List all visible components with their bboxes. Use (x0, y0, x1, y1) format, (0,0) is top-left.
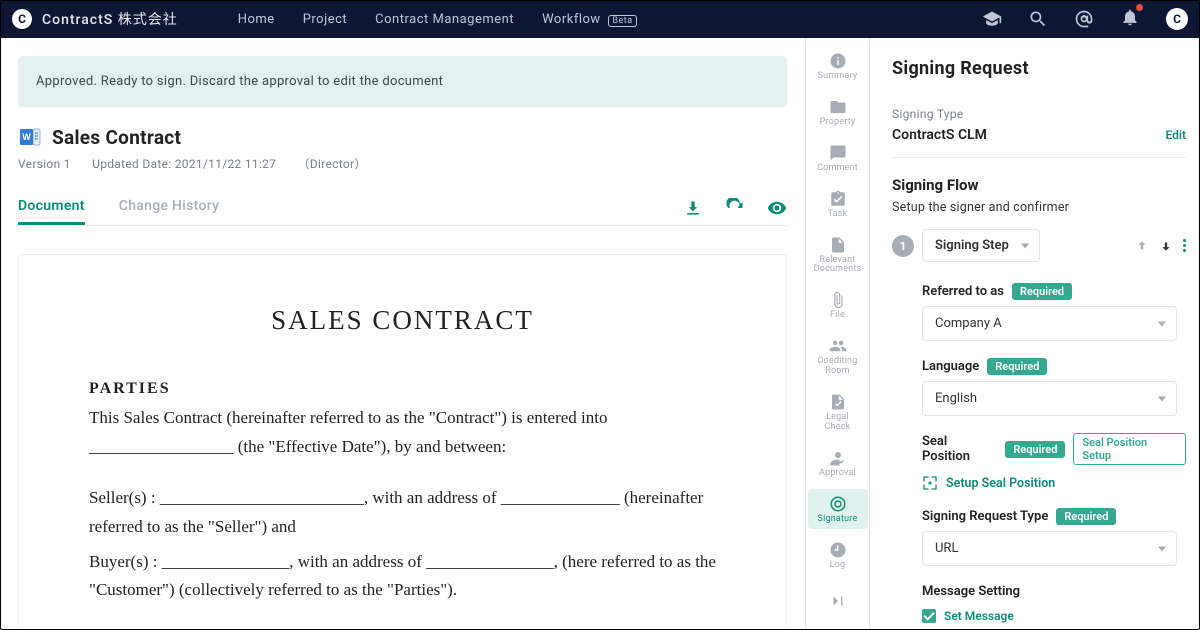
notification-dot (1136, 4, 1143, 11)
rail-summary[interactable]: Summary (808, 46, 868, 86)
contract-title: SALES CONTRACT (89, 305, 716, 336)
document-icon (829, 236, 847, 254)
rail-log[interactable]: Log (808, 535, 868, 575)
people-icon (829, 337, 847, 355)
step-select[interactable]: Signing Step (922, 229, 1040, 262)
signing-panel: Signing Request Signing Type ContractS C… (870, 38, 1200, 630)
document-title: Sales Contract (52, 126, 181, 149)
download-icon[interactable] (683, 198, 703, 218)
clock-icon (829, 541, 847, 559)
rail-task[interactable]: Task (808, 184, 868, 224)
crosshair-icon (922, 475, 938, 491)
document-header: W Sales Contract (18, 125, 787, 149)
signing-flow-subtitle: Setup the signer and confirmer (892, 200, 1186, 215)
chevron-down-icon (1158, 396, 1166, 401)
signing-step-row: 1 Signing Step (892, 229, 1186, 262)
chevron-down-icon (1021, 243, 1029, 248)
rail-relevant-documents[interactable]: Relevant Documents (808, 230, 868, 280)
word-file-icon: W (18, 125, 42, 149)
referred-to-as-select[interactable]: Company A (922, 306, 1177, 341)
required-badge: Required (1056, 508, 1116, 525)
comment-icon (829, 144, 847, 162)
document-updated: Updated Date: 2021/11/22 11:27 (92, 157, 276, 171)
required-badge: Required (1012, 283, 1072, 300)
svg-text:W: W (22, 132, 31, 142)
graduation-icon[interactable] (982, 9, 1002, 29)
legal-icon (829, 393, 847, 411)
company-name: ContractS 株式会社 (42, 9, 178, 29)
signing-type-label: Signing Type (892, 107, 1186, 121)
refresh-icon[interactable] (725, 198, 745, 218)
more-menu[interactable] (1183, 239, 1186, 252)
rail-signature[interactable]: Signature (808, 489, 868, 529)
folder-icon (829, 98, 847, 116)
document-version: Version 1 (18, 157, 71, 171)
rail-coediting-room[interactable]: Coediting Room (808, 331, 868, 381)
preview-icon[interactable] (767, 198, 787, 218)
set-message-checkbox[interactable]: Set Message (922, 609, 1186, 623)
language-select[interactable]: English (922, 381, 1177, 416)
signature-icon (829, 495, 847, 513)
contract-paragraph: Buyer(s) : _______________, with an addr… (89, 548, 716, 606)
primary-nav: Home Project Contract Management Workflo… (238, 12, 637, 27)
tab-change-history[interactable]: Change History (119, 190, 219, 225)
contract-paragraph: Seller(s) : ________________________, wi… (89, 484, 716, 542)
seal-setup-badge: Seal Position Setup (1073, 433, 1186, 465)
nav-home[interactable]: Home (238, 12, 275, 27)
referred-to-as-label: Referred to asRequired (922, 283, 1072, 300)
signing-request-type-label: Signing Request TypeRequired (922, 508, 1116, 525)
required-badge: Required (1005, 441, 1065, 458)
chevron-down-icon (1158, 321, 1166, 326)
notifications-button[interactable] (1120, 7, 1140, 31)
rail-legal-check[interactable]: Legal Check (808, 387, 868, 437)
rail-property[interactable]: Property (808, 92, 868, 132)
beta-badge: Beta (608, 15, 636, 27)
contract-paragraph: This Sales Contract (hereinafter referre… (89, 404, 716, 462)
nav-workflow[interactable]: Workflow Beta (542, 12, 637, 27)
rail-collapse[interactable] (808, 586, 868, 614)
search-icon[interactable] (1028, 9, 1048, 29)
side-rail: Summary Property Comment Task Relevant D… (806, 38, 870, 630)
topbar-right: C (982, 7, 1188, 31)
topbar: C ContractS 株式会社 Home Project Contract M… (0, 0, 1200, 38)
step-number: 1 (892, 235, 914, 257)
setup-seal-position-link[interactable]: Setup Seal Position (922, 475, 1186, 491)
arrow-down-icon[interactable] (1159, 239, 1173, 253)
required-badge: Required (987, 358, 1047, 375)
checkbox-icon (922, 609, 936, 623)
divider (892, 157, 1186, 158)
collapse-icon (829, 592, 847, 610)
tab-document[interactable]: Document (18, 190, 85, 225)
document-pane: Approved. Ready to sign. Discard the app… (0, 38, 806, 630)
rail-comment[interactable]: Comment (808, 138, 868, 178)
message-setting-label: Message Setting (922, 584, 1020, 599)
document-body: SALES CONTRACT PARTIES This Sales Contra… (18, 254, 787, 630)
rail-approval[interactable]: Approval (808, 443, 868, 483)
seal-position-label: Seal PositionRequiredSeal Position Setup (922, 433, 1186, 465)
nav-project[interactable]: Project (303, 12, 347, 27)
nav-contract-management[interactable]: Contract Management (375, 12, 514, 27)
chevron-down-icon (1158, 546, 1166, 551)
mention-icon[interactable] (1074, 9, 1094, 29)
task-icon (829, 190, 847, 208)
signing-type-value: ContractS CLM (892, 127, 987, 143)
logo-badge: C (12, 9, 32, 29)
signing-flow-title: Signing Flow (892, 176, 1186, 194)
document-meta: Version 1 Updated Date: 2021/11/22 11:27… (18, 155, 787, 172)
approval-icon (829, 449, 847, 467)
parties-heading: PARTIES (89, 380, 716, 398)
document-editor: （Director） (298, 157, 367, 171)
document-tabs: Document Change History (18, 190, 787, 226)
language-label: LanguageRequired (922, 358, 1047, 375)
attachment-icon (829, 291, 847, 309)
document-actions (683, 198, 787, 218)
panel-title: Signing Request (892, 58, 1186, 79)
edit-signing-type[interactable]: Edit (1165, 128, 1186, 142)
signing-request-type-select[interactable]: URL (922, 531, 1177, 566)
avatar[interactable]: C (1166, 8, 1188, 30)
info-icon (829, 52, 847, 70)
rail-file[interactable]: File (808, 285, 868, 325)
approval-banner: Approved. Ready to sign. Discard the app… (18, 56, 787, 107)
arrow-up-icon[interactable] (1135, 239, 1149, 253)
